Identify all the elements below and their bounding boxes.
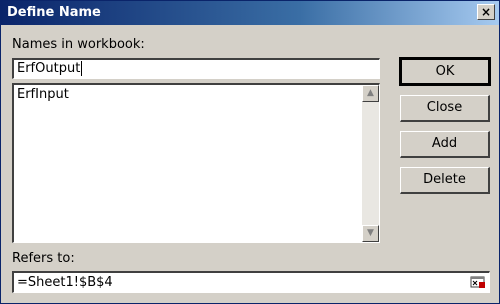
list-item[interactable]: ErfInput	[17, 87, 69, 102]
scroll-down-icon: ▼	[367, 228, 374, 238]
ok-button[interactable]: OK	[399, 57, 491, 86]
add-button[interactable]: Add	[400, 131, 490, 158]
scroll-up-icon: ▲	[367, 88, 374, 98]
window-title: Define Name	[7, 5, 101, 20]
title-bar[interactable]: Define Name ×	[1, 1, 499, 25]
close-window-button[interactable]: ×	[477, 4, 495, 20]
scroll-down-button[interactable]: ▼	[362, 225, 379, 242]
listbox-scrollbar[interactable]: ▲ ▼	[362, 85, 379, 242]
refers-to-input[interactable]: =Sheet1!$B$4	[12, 271, 490, 293]
names-listbox[interactable]: ErfInput ▲ ▼	[12, 83, 380, 243]
collapse-dialog-icon	[470, 276, 485, 288]
names-in-workbook-label: Names in workbook:	[12, 37, 145, 52]
collapse-dialog-button[interactable]	[470, 274, 487, 291]
scroll-up-button[interactable]: ▲	[362, 85, 379, 102]
name-input[interactable]: ErfOutput	[12, 58, 380, 79]
close-button[interactable]: Close	[400, 95, 490, 122]
delete-button[interactable]: Delete	[400, 167, 490, 194]
refers-to-label: Refers to:	[12, 251, 75, 266]
define-name-dialog: Define Name × Names in workbook: ErfOutp…	[0, 0, 500, 304]
close-icon: ×	[480, 5, 492, 19]
name-input-value: ErfOutput	[17, 61, 81, 76]
refers-to-value: =Sheet1!$B$4	[17, 275, 113, 290]
